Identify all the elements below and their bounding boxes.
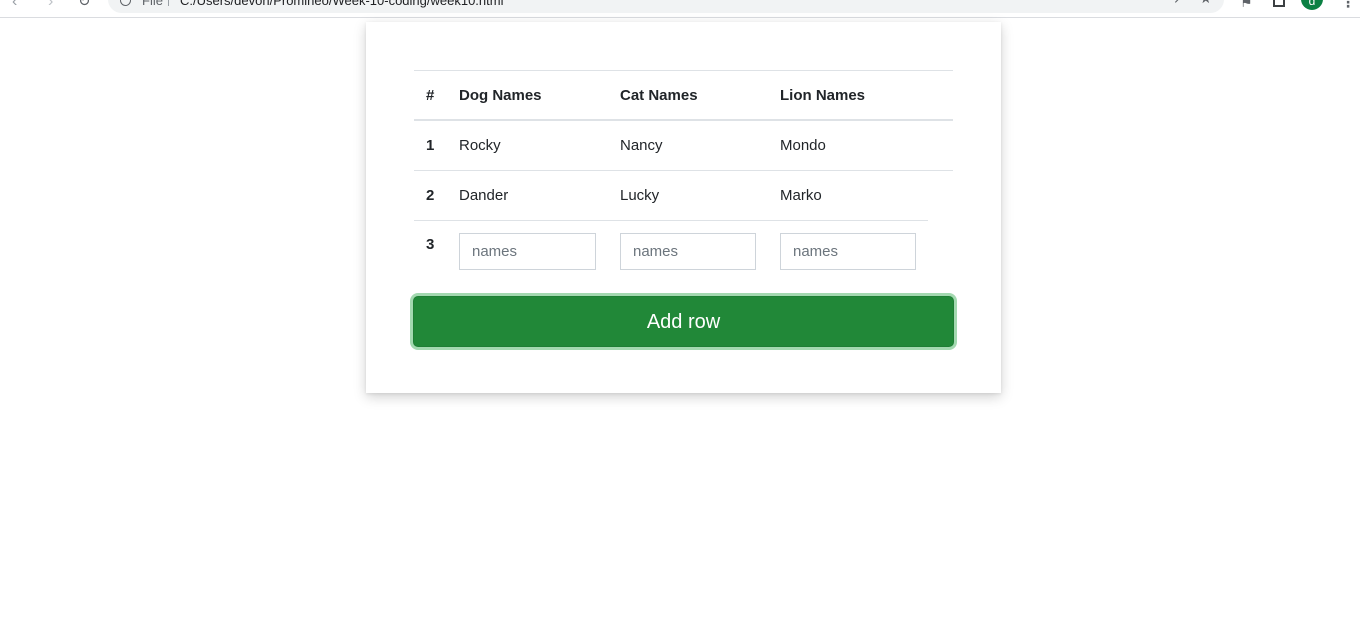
add-row-button[interactable]: Add row	[413, 296, 954, 347]
kebab-menu-icon[interactable]: ⋮	[1341, 0, 1355, 11]
profile-avatar[interactable]: d	[1301, 0, 1323, 10]
extensions-puzzle-icon[interactable]: ⚑	[1240, 0, 1253, 11]
header-lion-names: Lion Names	[780, 87, 866, 104]
row-number: 3	[426, 236, 435, 253]
scheme-label: File	[142, 0, 163, 8]
dog-name-input[interactable]	[459, 233, 596, 270]
url-text[interactable]: C:/Users/devon/Promineo/Week-10-coding/w…	[180, 0, 503, 8]
share-icon[interactable]: ↗	[1173, 0, 1184, 7]
lion-name-input[interactable]	[780, 233, 916, 270]
bookmark-star-icon[interactable]: ★	[1199, 0, 1212, 7]
table-row: 1 Rocky Nancy Mondo	[414, 120, 953, 170]
content-card: # Dog Names Cat Names Lion Names 1 Rocky…	[366, 22, 1001, 393]
browser-toolbar: ‹ › ↻ File C:/Users/devon/Promineo/Week-…	[0, 0, 1360, 18]
info-icon[interactable]	[120, 0, 131, 6]
lion-name-cell: Mondo	[780, 137, 826, 154]
row-number: 2	[426, 187, 435, 204]
header-dog-names: Dog Names	[459, 87, 542, 104]
table-row: 2 Dander Lucky Marko	[414, 170, 953, 220]
dog-name-cell: Rocky	[459, 137, 501, 154]
table-header-row: # Dog Names Cat Names Lion Names	[414, 70, 953, 120]
forward-arrow-icon[interactable]: ›	[48, 0, 53, 10]
header-cat-names: Cat Names	[620, 87, 698, 104]
reload-icon[interactable]: ↻	[78, 0, 91, 10]
cat-name-input[interactable]	[620, 233, 756, 270]
names-table: # Dog Names Cat Names Lion Names 1 Rocky…	[414, 70, 953, 281]
dog-name-cell: Dander	[459, 187, 509, 204]
new-entry-row: 3	[414, 220, 928, 281]
cat-name-cell: Nancy	[620, 137, 663, 154]
back-arrow-icon[interactable]: ‹	[12, 0, 17, 10]
lion-name-cell: Marko	[780, 187, 822, 204]
side-panel-icon[interactable]	[1273, 0, 1285, 7]
header-number: #	[426, 87, 435, 104]
cat-name-cell: Lucky	[620, 187, 660, 204]
row-number: 1	[426, 137, 435, 154]
address-divider	[168, 0, 169, 6]
address-bar[interactable]: File C:/Users/devon/Promineo/Week-10-cod…	[108, 0, 1224, 13]
